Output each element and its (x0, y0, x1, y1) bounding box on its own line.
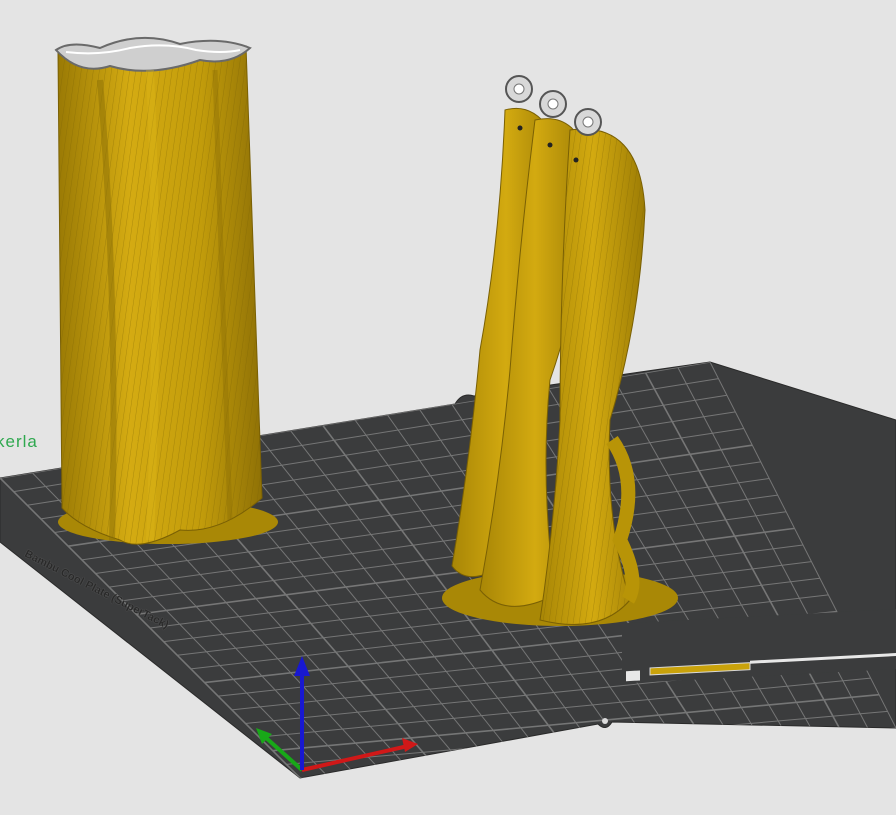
scene-canvas[interactable] (0, 0, 896, 815)
eyeball-middle (539, 90, 567, 118)
brand-watermark: kerla (0, 432, 38, 451)
plate-icon (626, 670, 640, 682)
eyeball-right (574, 108, 602, 136)
plate-notch (602, 718, 608, 724)
3d-viewport[interactable]: kerla Bambu Cool Plate (SuperTack) (0, 0, 896, 815)
vase-tower[interactable] (54, 36, 278, 545)
eyeball-left (505, 75, 533, 103)
